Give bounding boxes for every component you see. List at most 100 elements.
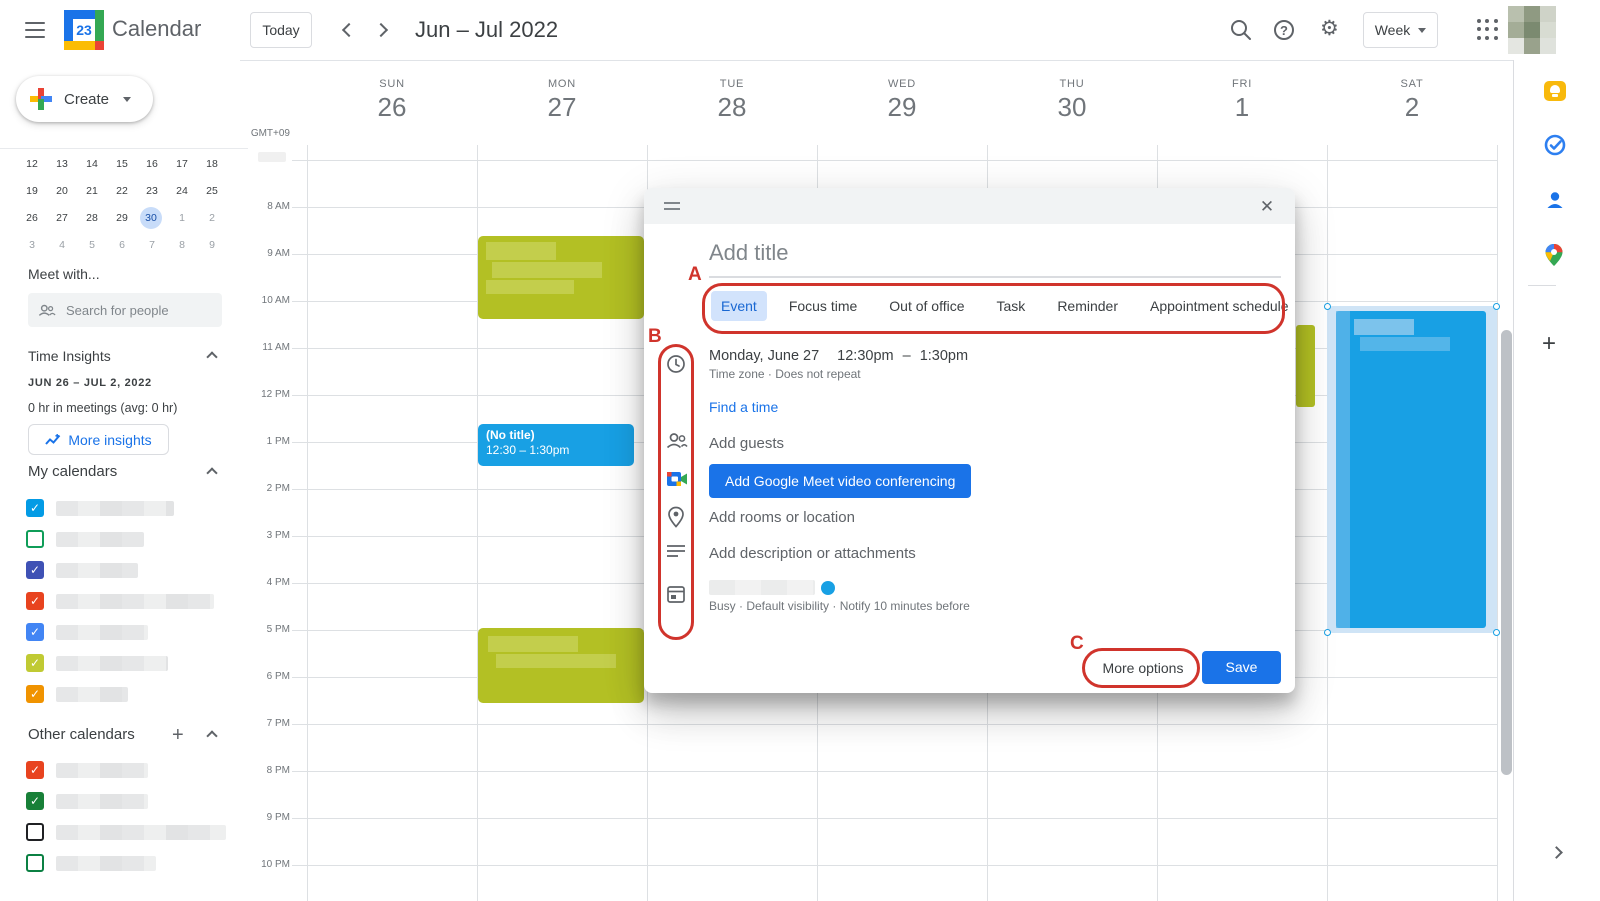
day-number[interactable]: 29 bbox=[817, 92, 987, 123]
minical-day[interactable]: 1 bbox=[170, 208, 194, 228]
hide-panel-icon[interactable] bbox=[1550, 846, 1563, 859]
day-number[interactable]: 2 bbox=[1327, 92, 1497, 123]
minical-day[interactable]: 17 bbox=[170, 154, 194, 174]
event-friday-sliver[interactable] bbox=[1296, 325, 1315, 407]
minical-day[interactable]: 16 bbox=[140, 154, 164, 174]
main-menu-icon[interactable] bbox=[24, 19, 46, 41]
minical-day[interactable]: 22 bbox=[110, 181, 134, 201]
day-number[interactable]: 26 bbox=[307, 92, 477, 123]
minical-day[interactable]: 27 bbox=[50, 208, 74, 228]
minical-day[interactable]: 25 bbox=[200, 181, 224, 201]
minical-day[interactable]: 21 bbox=[80, 181, 104, 201]
event-monday-evening[interactable] bbox=[478, 628, 644, 703]
maps-icon[interactable] bbox=[1544, 243, 1566, 265]
search-people-input[interactable]: Search for people bbox=[28, 293, 222, 327]
tab-reminder[interactable]: Reminder bbox=[1047, 291, 1128, 321]
minical-day[interactable]: 18 bbox=[200, 154, 224, 174]
tab-focus-time[interactable]: Focus time bbox=[779, 291, 867, 321]
calendar-checkbox-unchecked[interactable] bbox=[26, 854, 44, 872]
avatar[interactable] bbox=[1508, 6, 1556, 54]
day-number[interactable]: 1 bbox=[1157, 92, 1327, 123]
more-options-button[interactable]: More options bbox=[1090, 652, 1196, 684]
collapse-my-calendars-icon[interactable] bbox=[206, 467, 217, 478]
help-icon[interactable]: ? bbox=[1274, 20, 1298, 44]
minical-day[interactable]: 12 bbox=[20, 154, 44, 174]
find-a-time-link[interactable]: Find a time bbox=[709, 399, 778, 415]
calendar-checkbox-checked[interactable]: ✓ bbox=[26, 761, 44, 779]
save-button[interactable]: Save bbox=[1202, 651, 1281, 684]
next-week-icon[interactable] bbox=[374, 23, 388, 37]
day-name[interactable]: SUN bbox=[307, 78, 477, 90]
minical-day[interactable]: 19 bbox=[20, 181, 44, 201]
tab-event[interactable]: Event bbox=[711, 291, 767, 321]
day-number[interactable]: 28 bbox=[647, 92, 817, 123]
add-meet-button[interactable]: Add Google Meet video conferencing bbox=[709, 464, 971, 498]
add-description-field[interactable]: Add description or attachments bbox=[709, 545, 916, 562]
tab-task[interactable]: Task bbox=[987, 291, 1036, 321]
minical-day[interactable]: 2 bbox=[200, 208, 224, 228]
add-other-calendars-icon[interactable]: + bbox=[172, 726, 184, 744]
day-name[interactable]: FRI bbox=[1157, 78, 1327, 90]
day-name[interactable]: SAT bbox=[1327, 78, 1497, 90]
event-monday-notitle[interactable]: (No title) 12:30 – 1:30pm bbox=[478, 424, 634, 466]
calendar-checkbox-checked[interactable]: ✓ bbox=[26, 685, 44, 703]
date-time-row[interactable]: Monday, June 27 12:30pm – 1:30pm bbox=[709, 348, 968, 364]
calendar-logo[interactable]: 23 bbox=[64, 10, 104, 50]
more-insights-button[interactable]: More insights bbox=[28, 424, 169, 455]
calendar-checkbox-checked[interactable]: ✓ bbox=[26, 654, 44, 672]
minical-day[interactable]: 26 bbox=[20, 208, 44, 228]
collapse-other-calendars-icon[interactable] bbox=[206, 730, 217, 741]
minical-day[interactable]: 29 bbox=[110, 208, 134, 228]
collapse-time-insights-icon[interactable] bbox=[206, 351, 217, 362]
add-guests-field[interactable]: Add guests bbox=[709, 435, 784, 452]
tasks-icon[interactable] bbox=[1544, 134, 1566, 156]
day-number[interactable]: 30 bbox=[987, 92, 1157, 123]
contacts-icon[interactable] bbox=[1544, 189, 1566, 211]
get-addons-icon[interactable]: + bbox=[1542, 330, 1556, 358]
event-monday-morning[interactable] bbox=[478, 236, 644, 319]
calendar-checkbox-checked[interactable]: ✓ bbox=[26, 792, 44, 810]
minical-day[interactable]: 7 bbox=[140, 235, 164, 255]
vertical-scrollbar[interactable] bbox=[1501, 330, 1512, 775]
calendar-checkbox-checked[interactable]: ✓ bbox=[26, 499, 44, 517]
minical-day[interactable]: 24 bbox=[170, 181, 194, 201]
minical-day[interactable]: 20 bbox=[50, 181, 74, 201]
keep-icon[interactable] bbox=[1544, 81, 1566, 103]
minical-day[interactable]: 28 bbox=[80, 208, 104, 228]
event-saturday-selected[interactable] bbox=[1327, 306, 1497, 633]
today-button[interactable]: Today bbox=[250, 12, 312, 48]
search-icon[interactable] bbox=[1229, 18, 1253, 42]
tab-out-of-office[interactable]: Out of office bbox=[879, 291, 974, 321]
dialog-drag-bar[interactable] bbox=[644, 188, 1295, 224]
minical-day[interactable]: 23 bbox=[140, 181, 164, 201]
calendar-checkbox-unchecked[interactable] bbox=[26, 823, 44, 841]
calendar-checkbox-checked[interactable]: ✓ bbox=[26, 623, 44, 641]
minical-day[interactable]: 14 bbox=[80, 154, 104, 174]
create-button[interactable]: Create bbox=[16, 76, 153, 122]
calendar-checkbox-checked[interactable]: ✓ bbox=[26, 592, 44, 610]
previous-week-icon[interactable] bbox=[342, 23, 356, 37]
minical-day[interactable]: 5 bbox=[80, 235, 104, 255]
day-name[interactable]: WED bbox=[817, 78, 987, 90]
minical-day[interactable]: 15 bbox=[110, 154, 134, 174]
google-apps-icon[interactable] bbox=[1477, 19, 1499, 41]
minical-day[interactable]: 13 bbox=[50, 154, 74, 174]
minical-day[interactable]: 4 bbox=[50, 235, 74, 255]
calendar-checkbox-checked[interactable]: ✓ bbox=[26, 561, 44, 579]
day-number[interactable]: 27 bbox=[477, 92, 647, 123]
calendar-checkbox-unchecked[interactable] bbox=[26, 530, 44, 548]
timezone-repeat-row[interactable]: Time zone · Does not repeat bbox=[709, 367, 861, 381]
close-icon[interactable]: ✕ bbox=[1254, 194, 1280, 220]
minical-day[interactable]: 3 bbox=[20, 235, 44, 255]
minical-day[interactable]: 6 bbox=[110, 235, 134, 255]
day-name[interactable]: TUE bbox=[647, 78, 817, 90]
add-rooms-field[interactable]: Add rooms or location bbox=[709, 509, 855, 526]
title-input[interactable]: Add title bbox=[709, 240, 1279, 266]
day-name[interactable]: THU bbox=[987, 78, 1157, 90]
view-selector-button[interactable]: Week bbox=[1363, 12, 1438, 48]
tab-appointment-schedule[interactable]: Appointment schedule bbox=[1140, 291, 1299, 321]
minical-day[interactable]: 9 bbox=[200, 235, 224, 255]
minical-day[interactable]: 8 bbox=[170, 235, 194, 255]
minical-day[interactable]: 30 bbox=[140, 207, 162, 229]
day-name[interactable]: MON bbox=[477, 78, 647, 90]
